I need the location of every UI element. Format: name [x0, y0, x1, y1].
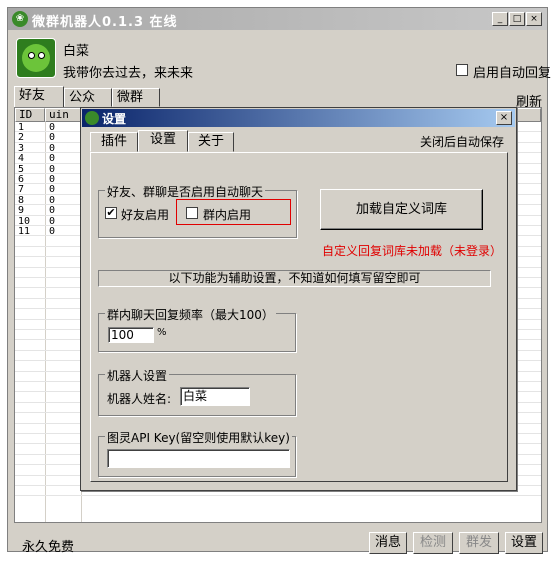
status-text: 永久免费	[22, 540, 75, 555]
frequency-legend: 群内聊天回复频率（最大100）	[105, 306, 276, 323]
tab-official-accounts[interactable]: 公众号	[64, 88, 112, 122]
close-button[interactable]: ×	[526, 12, 542, 26]
percent-unit: %	[157, 327, 167, 338]
settings-dialog: 设置 × 插件 设置 关于 关闭后自动保存 好友、群聊是否启用自动聊天 ✔ 好友…	[80, 107, 517, 491]
load-dictionary-button[interactable]: 加载自定义词库	[320, 189, 483, 230]
tab-plugins[interactable]: 插件	[90, 132, 138, 152]
dialog-title-bar[interactable]: 设置 ×	[82, 109, 515, 127]
column-header-uin[interactable]: uin	[45, 108, 81, 122]
group-enable-label: 群内启用	[203, 208, 252, 222]
api-key-legend: 图灵API Key(留空则使用默认key)	[105, 429, 292, 446]
broadcast-button[interactable]: 群发	[459, 532, 499, 554]
auto-reply-box[interactable]	[456, 64, 468, 76]
window-title: 微群机器人0.1.3 在线	[32, 15, 178, 30]
frequency-group-box: 群内聊天回复频率（最大100） 100 %	[98, 306, 296, 352]
column-header-id[interactable]: ID	[15, 108, 45, 122]
tab-groups[interactable]: 微群	[112, 88, 160, 107]
row-gridline	[15, 495, 541, 497]
bot-settings-legend: 机器人设置	[105, 367, 170, 384]
avatar-eye-right	[38, 52, 45, 59]
friend-enable-checkbox[interactable]: ✔	[105, 207, 117, 219]
dialog-app-icon	[85, 111, 99, 125]
helper-banner: 以下功能为辅助设置，不知道如何填写留空即可	[98, 270, 491, 287]
bot-name-label: 机器人姓名:	[107, 392, 172, 406]
check-button[interactable]: 检测	[413, 532, 453, 554]
title-bar[interactable]: ❀ 微群机器人0.1.3 在线 _ □ ×	[8, 8, 547, 30]
api-key-group-box: 图灵API Key(留空则使用默认key)	[98, 429, 296, 477]
maximize-button[interactable]: □	[509, 12, 525, 26]
friend-enable-label: 好友启用	[121, 208, 170, 222]
chat-group-box: 好友、群聊是否启用自动聊天 ✔ 好友启用 群内启用	[98, 183, 297, 238]
bot-settings-group-box: 机器人设置 机器人姓名: 白菜	[98, 367, 296, 416]
api-key-input[interactable]	[107, 449, 290, 468]
settings-panel: 好友、群聊是否启用自动聊天 ✔ 好友启用 群内启用 加载自定义词库 自定义回复词…	[90, 152, 508, 482]
frequency-input[interactable]: 100	[108, 327, 154, 343]
settings-button[interactable]: 设置	[505, 532, 543, 554]
avatar-eye-left	[28, 52, 35, 59]
minimize-button[interactable]: _	[492, 12, 508, 26]
dialog-close-button[interactable]: ×	[496, 111, 512, 125]
cabbage-icon	[22, 44, 50, 72]
messages-button[interactable]: 消息	[369, 532, 407, 554]
tab-settings[interactable]: 设置	[138, 130, 188, 152]
load-warning: 自定义回复词库未加载（未登录）	[322, 244, 503, 258]
auto-reply-label: 启用自动回复	[473, 66, 552, 81]
app-icon: ❀	[12, 11, 28, 27]
dialog-title: 设置	[102, 112, 127, 126]
tab-about[interactable]: 关于	[188, 132, 234, 152]
tab-friends[interactable]: 好友	[14, 86, 64, 107]
avatar[interactable]	[16, 38, 56, 78]
signature: 我带你去过去，来未来	[63, 66, 194, 81]
bot-name-input[interactable]: 白菜	[180, 387, 250, 406]
chat-group-legend: 好友、群聊是否启用自动聊天	[105, 183, 266, 200]
nickname: 白菜	[63, 44, 90, 59]
group-enable-checkbox[interactable]	[186, 207, 198, 219]
autosave-note: 关闭后自动保存	[420, 135, 505, 149]
